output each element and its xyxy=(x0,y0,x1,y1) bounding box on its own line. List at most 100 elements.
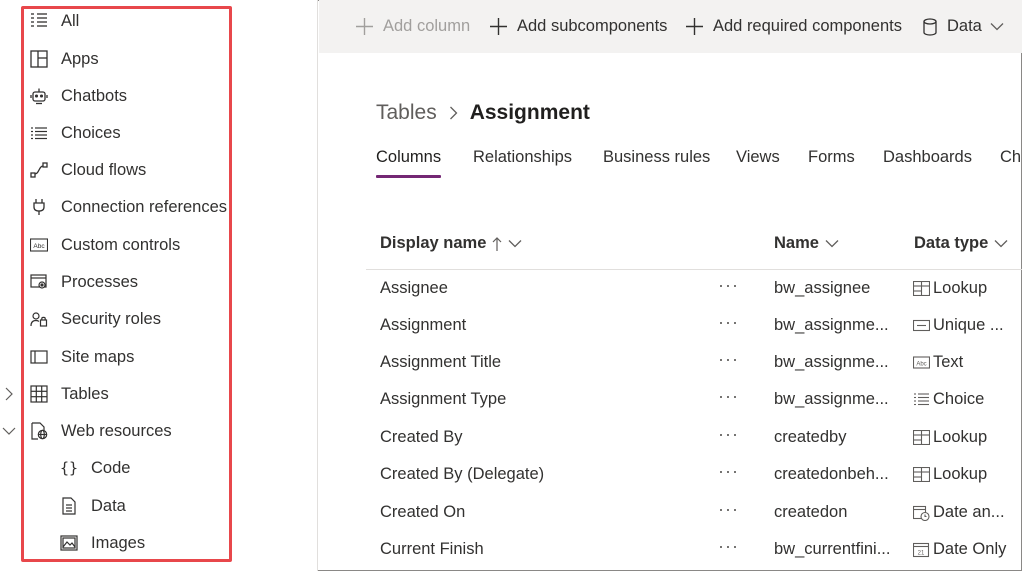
sidebar-subitem-images[interactable]: Images xyxy=(0,525,300,561)
command-bar: Add column Add subcomponents Add require… xyxy=(319,0,1022,53)
add-column-button[interactable]: Add column xyxy=(355,0,470,53)
row-data-type-label: Unique ... xyxy=(933,316,1004,334)
more-options-icon[interactable]: ··· xyxy=(718,312,739,333)
more-options-icon[interactable]: ··· xyxy=(718,275,739,296)
more-options-icon[interactable]: ··· xyxy=(718,499,739,520)
table-row[interactable]: Created By ··· createdby Lookup xyxy=(366,420,1022,457)
sidebar-item-label: Chatbots xyxy=(61,86,128,105)
row-data-type: Lookup xyxy=(913,279,987,298)
tab-views[interactable]: Views xyxy=(736,148,780,178)
sidebar-item-label: Web resources xyxy=(61,421,172,440)
lookup-icon xyxy=(913,467,930,482)
row-display-name[interactable]: Created By xyxy=(380,428,463,447)
text-field-icon: Abc xyxy=(913,355,930,370)
row-logical-name: bw_assignme... xyxy=(774,353,889,371)
table-row[interactable]: Assignment Title ··· bw_assignme... Abc … xyxy=(366,345,1022,382)
sidebar-item-security-roles[interactable]: Security roles xyxy=(0,301,300,337)
svg-text:21: 21 xyxy=(918,550,925,556)
sidebar-item-cloud-flows[interactable]: Cloud flows xyxy=(0,152,300,188)
sidebar-item-site-maps[interactable]: Site maps xyxy=(0,339,300,375)
header-name[interactable]: Name xyxy=(774,234,839,253)
row-display-name[interactable]: Created By (Delegate) xyxy=(380,465,544,484)
chevron-right-icon[interactable] xyxy=(2,387,16,401)
sidebar-item-label: Choices xyxy=(61,123,121,142)
chevron-down-icon[interactable] xyxy=(2,424,16,438)
tab-dashboards[interactable]: Dashboards xyxy=(883,148,972,178)
sidebar-item-label: Security roles xyxy=(61,309,161,328)
more-options-icon[interactable]: ··· xyxy=(718,461,739,482)
header-data-type[interactable]: Data type xyxy=(914,234,1008,253)
sidebar-item-label: Tables xyxy=(61,384,109,403)
sidebar-item-processes[interactable]: Processes xyxy=(0,264,300,300)
table-row[interactable]: Assignee ··· bw_assignee Lookup xyxy=(366,271,1022,308)
security-roles-icon xyxy=(30,310,48,328)
more-options-icon[interactable]: ··· xyxy=(718,349,739,370)
row-data-type: Lookup xyxy=(913,465,987,484)
row-data-type-label: Text xyxy=(933,353,964,371)
sidebar-item-label: Cloud flows xyxy=(61,160,147,179)
add-subcomponents-button[interactable]: Add subcomponents xyxy=(489,0,667,53)
unique-id-icon xyxy=(913,318,930,333)
table-row[interactable]: Created On ··· createdon Date an... xyxy=(366,495,1022,532)
data-menu-button[interactable]: Data xyxy=(922,0,1004,53)
row-display-name[interactable]: Assignee xyxy=(380,279,448,298)
row-display-name[interactable]: Created On xyxy=(380,503,465,522)
header-data-type-label: Data type xyxy=(914,234,989,252)
more-options-icon[interactable]: ··· xyxy=(718,424,739,445)
row-logical-name: bw_currentfini... xyxy=(774,540,891,558)
sidebar-item-chatbots[interactable]: Chatbots xyxy=(0,78,300,114)
sort-ascending-icon xyxy=(492,236,502,252)
document-icon xyxy=(60,497,78,515)
chevron-down-icon xyxy=(825,239,839,248)
object-sidebar: All Apps Chatbots Choices Cloud flows Co… xyxy=(0,0,318,571)
row-display-name[interactable]: Assignment Type xyxy=(380,390,506,409)
table-row[interactable]: Assignment ··· bw_assignme... Unique ... xyxy=(366,308,1022,345)
breadcrumb-tables-link[interactable]: Tables xyxy=(376,101,437,125)
table-row[interactable]: Current Finish ··· bw_currentfini... 21 … xyxy=(366,532,1022,569)
lookup-icon xyxy=(913,430,930,445)
row-data-type-label: Lookup xyxy=(933,465,988,483)
sidebar-item-choices[interactable]: Choices xyxy=(0,115,300,151)
sidebar-subitem-code[interactable]: {} Code xyxy=(0,450,300,486)
chevron-right-icon xyxy=(449,106,458,120)
row-data-type: Lookup xyxy=(913,428,987,447)
tab-forms[interactable]: Forms xyxy=(808,148,855,178)
tab-charts[interactable]: Ch xyxy=(1000,148,1021,178)
sidebar-item-label: Site maps xyxy=(61,347,135,366)
sidebar-item-label: Processes xyxy=(61,272,139,291)
more-options-icon[interactable]: ··· xyxy=(718,536,739,557)
row-data-type: Date an... xyxy=(913,503,1005,522)
svg-text:Abc: Abc xyxy=(916,362,926,368)
table-row[interactable]: Assignment Type ··· bw_assignme... Choic… xyxy=(366,382,1022,419)
sidebar-item-connection-references[interactable]: Connection references xyxy=(0,189,300,225)
tab-columns[interactable]: Columns xyxy=(376,148,442,178)
row-display-name[interactable]: Assignment xyxy=(380,316,466,335)
page-title: Assignment xyxy=(469,101,590,124)
row-display-name[interactable]: Assignment Title xyxy=(380,353,501,372)
add-required-components-button[interactable]: Add required components xyxy=(685,0,902,53)
tab-relationships[interactable]: Relationships xyxy=(473,148,572,178)
chevron-down-icon xyxy=(994,239,1008,248)
sidebar-item-custom-controls[interactable]: Abc Custom controls xyxy=(0,227,300,263)
chevron-down-icon xyxy=(508,239,522,248)
sidebar-item-label: Images xyxy=(91,533,146,552)
sidebar-item-label: Data xyxy=(91,496,126,515)
header-display-name[interactable]: Display name xyxy=(380,234,522,253)
sidebar-item-tables[interactable]: Tables xyxy=(0,376,300,412)
site-map-icon xyxy=(30,348,48,366)
table-row[interactable]: Created By (Delegate) ··· createdonbeh..… xyxy=(366,457,1022,494)
sidebar-item-apps[interactable]: Apps xyxy=(0,41,300,77)
row-display-name[interactable]: Current Finish xyxy=(380,540,484,559)
data-menu-label: Data xyxy=(947,17,982,35)
sidebar-item-label: Custom controls xyxy=(61,235,181,254)
row-logical-name: bw_assignme... xyxy=(774,316,889,334)
sidebar-item-all[interactable]: All xyxy=(0,3,300,39)
row-data-type: Choice xyxy=(913,390,984,409)
row-data-type-label: Date Only xyxy=(933,540,1007,558)
braces-icon: {} xyxy=(60,459,78,477)
sidebar-item-web-resources[interactable]: Web resources xyxy=(0,413,300,449)
tab-business-rules[interactable]: Business rules xyxy=(603,148,710,178)
more-options-icon[interactable]: ··· xyxy=(718,386,739,407)
sidebar-subitem-data[interactable]: Data xyxy=(0,488,300,524)
add-required-components-label: Add required components xyxy=(713,17,902,35)
